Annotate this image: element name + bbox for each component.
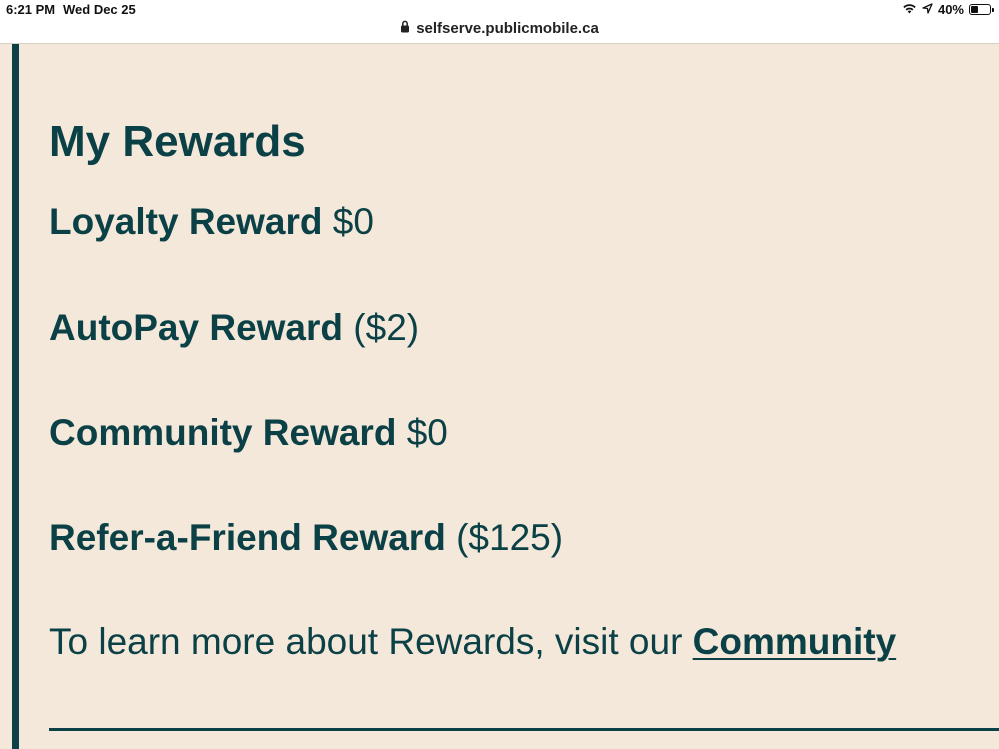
reward-value: ($2)	[353, 307, 420, 348]
reward-name: Community Reward	[49, 412, 397, 453]
reward-value: $0	[406, 412, 448, 453]
reward-value: ($125)	[456, 517, 564, 558]
address-bar[interactable]: selfserve.publicmobile.ca	[0, 17, 999, 43]
reward-name: AutoPay Reward	[49, 307, 344, 348]
learn-more-label: To learn more about Rewards, visit our	[49, 621, 683, 662]
rewards-panel: My Rewards Loyalty Reward $0 AutoPay Rew…	[0, 44, 999, 749]
page-title: My Rewards	[49, 117, 306, 166]
battery-fill	[971, 6, 978, 13]
status-date: Wed Dec 25	[63, 2, 136, 17]
learn-more-text: To learn more about Rewards, visit our C…	[49, 620, 896, 664]
reward-name: Refer-a-Friend Reward	[49, 517, 446, 558]
url-text[interactable]: selfserve.publicmobile.ca	[416, 17, 599, 41]
reward-refer-a-friend: Refer-a-Friend Reward ($125)	[49, 516, 563, 560]
location-arrow-icon	[922, 2, 933, 17]
status-time: 6:21 PM	[6, 2, 56, 17]
reward-community: Community Reward $0	[49, 411, 448, 455]
reward-loyalty: Loyalty Reward $0	[49, 200, 374, 244]
battery-tip	[992, 8, 994, 12]
wifi-icon	[902, 2, 917, 17]
reward-name: Loyalty Reward	[49, 201, 323, 242]
lock-icon	[400, 17, 410, 41]
status-indicators: 40%	[902, 2, 994, 17]
community-link[interactable]: Community	[693, 621, 897, 662]
battery-percent: 40%	[937, 2, 964, 17]
bottom-divider	[49, 728, 999, 731]
left-accent-rule	[12, 44, 19, 749]
reward-value: $0	[332, 201, 374, 242]
reward-autopay: AutoPay Reward ($2)	[49, 306, 419, 350]
battery-icon	[969, 4, 994, 15]
